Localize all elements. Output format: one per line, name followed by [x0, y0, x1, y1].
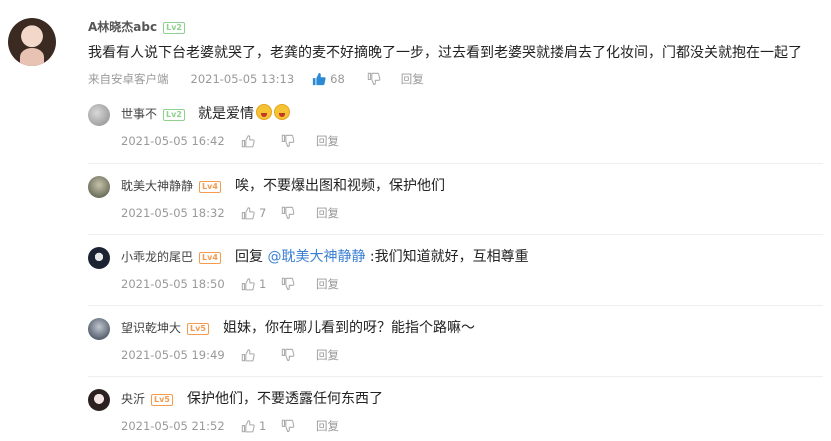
dislike-button[interactable]	[281, 348, 316, 362]
username[interactable]: 世事不	[121, 107, 157, 121]
crying-emoji-icon	[274, 104, 290, 120]
reply-meta: 2021-05-05 18:50 1 回复	[121, 276, 339, 292]
like-count: 7	[259, 206, 267, 220]
dislike-button[interactable]	[367, 72, 381, 86]
username[interactable]: 央沂	[121, 392, 145, 406]
level-badge: Lv5	[187, 323, 209, 335]
level-badge: Lv4	[199, 181, 221, 193]
avatar[interactable]	[88, 318, 110, 340]
dislike-button[interactable]	[281, 277, 316, 291]
reply-list: 世事不 Lv2 就是爱情 2021-05-05 16:42 回复 耽美大神静静 Lv…	[88, 92, 823, 441]
reply-button[interactable]: 回复	[316, 205, 339, 221]
dislike-button[interactable]	[281, 206, 316, 220]
reply-button[interactable]: 回复	[316, 347, 339, 363]
like-count: 68	[330, 72, 345, 86]
reply-text: :我们知道就好，互相尊重	[365, 249, 529, 265]
like-button[interactable]	[241, 134, 281, 148]
username[interactable]: A林晓杰abc	[88, 20, 157, 34]
level-badge: Lv2	[163, 109, 185, 121]
reply-item: 望识乾坤大 Lv5 姐妹，你在哪儿看到的呀？能指个路嘛～ 2021-05-05 1…	[88, 305, 823, 376]
username[interactable]: 耽美大神静静	[121, 179, 193, 193]
level-badge: Lv5	[151, 394, 173, 406]
username[interactable]: 望识乾坤大	[121, 321, 181, 335]
reply-meta: 2021-05-05 19:49 回复	[121, 347, 339, 363]
reply-meta: 2021-05-05 18:32 7 回复	[121, 205, 339, 221]
avatar[interactable]	[88, 104, 110, 126]
like-button[interactable]: 7	[241, 206, 281, 220]
timestamp: 2021-05-05 19:49	[121, 348, 225, 362]
thumbs-down-icon	[281, 277, 295, 291]
timestamp: 2021-05-05 18:50	[121, 277, 225, 291]
thumbs-down-icon	[367, 72, 381, 86]
reply-text: 就是爱情	[198, 106, 254, 122]
avatar[interactable]	[88, 247, 110, 269]
thumbs-up-icon	[241, 348, 255, 362]
thumbs-down-icon	[281, 419, 295, 433]
timestamp: 2021-05-05 13:13	[190, 72, 295, 86]
reply-item: 央沂 Lv5 保护他们，不要透露任何东西了 2021-05-05 21:52 1 …	[88, 376, 823, 441]
reply-button[interactable]: 回复	[316, 133, 339, 149]
avatar[interactable]	[88, 176, 110, 198]
reply-meta: 2021-05-05 16:42 回复	[121, 133, 339, 149]
avatar[interactable]	[8, 18, 56, 66]
like-count: 1	[259, 419, 267, 433]
avatar[interactable]	[88, 389, 110, 411]
like-button[interactable]: 1	[241, 419, 281, 433]
thumbs-up-icon	[241, 134, 255, 148]
like-button[interactable]	[241, 348, 281, 362]
dislike-button[interactable]	[281, 134, 316, 148]
thumbs-down-icon	[281, 134, 295, 148]
reply-item: 世事不 Lv2 就是爱情 2021-05-05 16:42 回复	[88, 92, 823, 163]
reply-item: 小乖龙的尾巴 Lv4 回复 @耽美大神静静 :我们知道就好，互相尊重 2021-0…	[88, 234, 823, 305]
timestamp: 2021-05-05 16:42	[121, 134, 225, 148]
username[interactable]: 小乖龙的尾巴	[121, 250, 193, 264]
thumbs-down-icon	[281, 348, 295, 362]
like-button[interactable]: 68	[312, 72, 345, 86]
reply-button[interactable]: 回复	[401, 71, 424, 87]
thumbs-up-icon	[241, 419, 255, 433]
mention-link[interactable]: @耽美大神静静	[267, 249, 365, 265]
like-count: 1	[259, 277, 267, 291]
main-comment: A林晓杰abc Lv2 我看有人说下台老婆就哭了，老龚的麦不好摘晚了一步，过去看到…	[0, 0, 831, 92]
thumbs-down-icon	[281, 206, 295, 220]
timestamp: 2021-05-05 18:32	[121, 206, 225, 220]
level-badge: Lv2	[163, 22, 185, 34]
level-badge: Lv4	[199, 252, 221, 264]
reply-meta: 2021-05-05 21:52 1 回复	[121, 418, 339, 434]
reply-text: 唉，不要爆出图和视频，保护他们	[235, 178, 445, 194]
comment-meta: 来自安卓客户端 2021-05-05 13:13 68 回复	[88, 71, 424, 87]
thumbs-up-icon	[312, 72, 326, 86]
reply-text: 姐妹，你在哪儿看到的呀？能指个路嘛～	[223, 320, 475, 336]
like-button[interactable]: 1	[241, 277, 281, 291]
thumbs-up-icon	[241, 277, 255, 291]
dislike-button[interactable]	[281, 419, 316, 433]
reply-item: 耽美大神静静 Lv4 唉，不要爆出图和视频，保护他们 2021-05-05 18:…	[88, 163, 823, 234]
reply-button[interactable]: 回复	[316, 276, 339, 292]
reply-prefix: 回复	[235, 249, 268, 265]
reply-button[interactable]: 回复	[316, 418, 339, 434]
timestamp: 2021-05-05 21:52	[121, 419, 225, 433]
client-source: 来自安卓客户端	[88, 72, 169, 86]
thumbs-up-icon	[241, 206, 255, 220]
comment-text: 我看有人说下台老婆就哭了，老龚的麦不好摘晚了一步，过去看到老婆哭就搂肩去了化妆间…	[88, 45, 802, 61]
reply-text: 保护他们，不要透露任何东西了	[187, 391, 383, 407]
crying-emoji-icon	[256, 104, 272, 120]
